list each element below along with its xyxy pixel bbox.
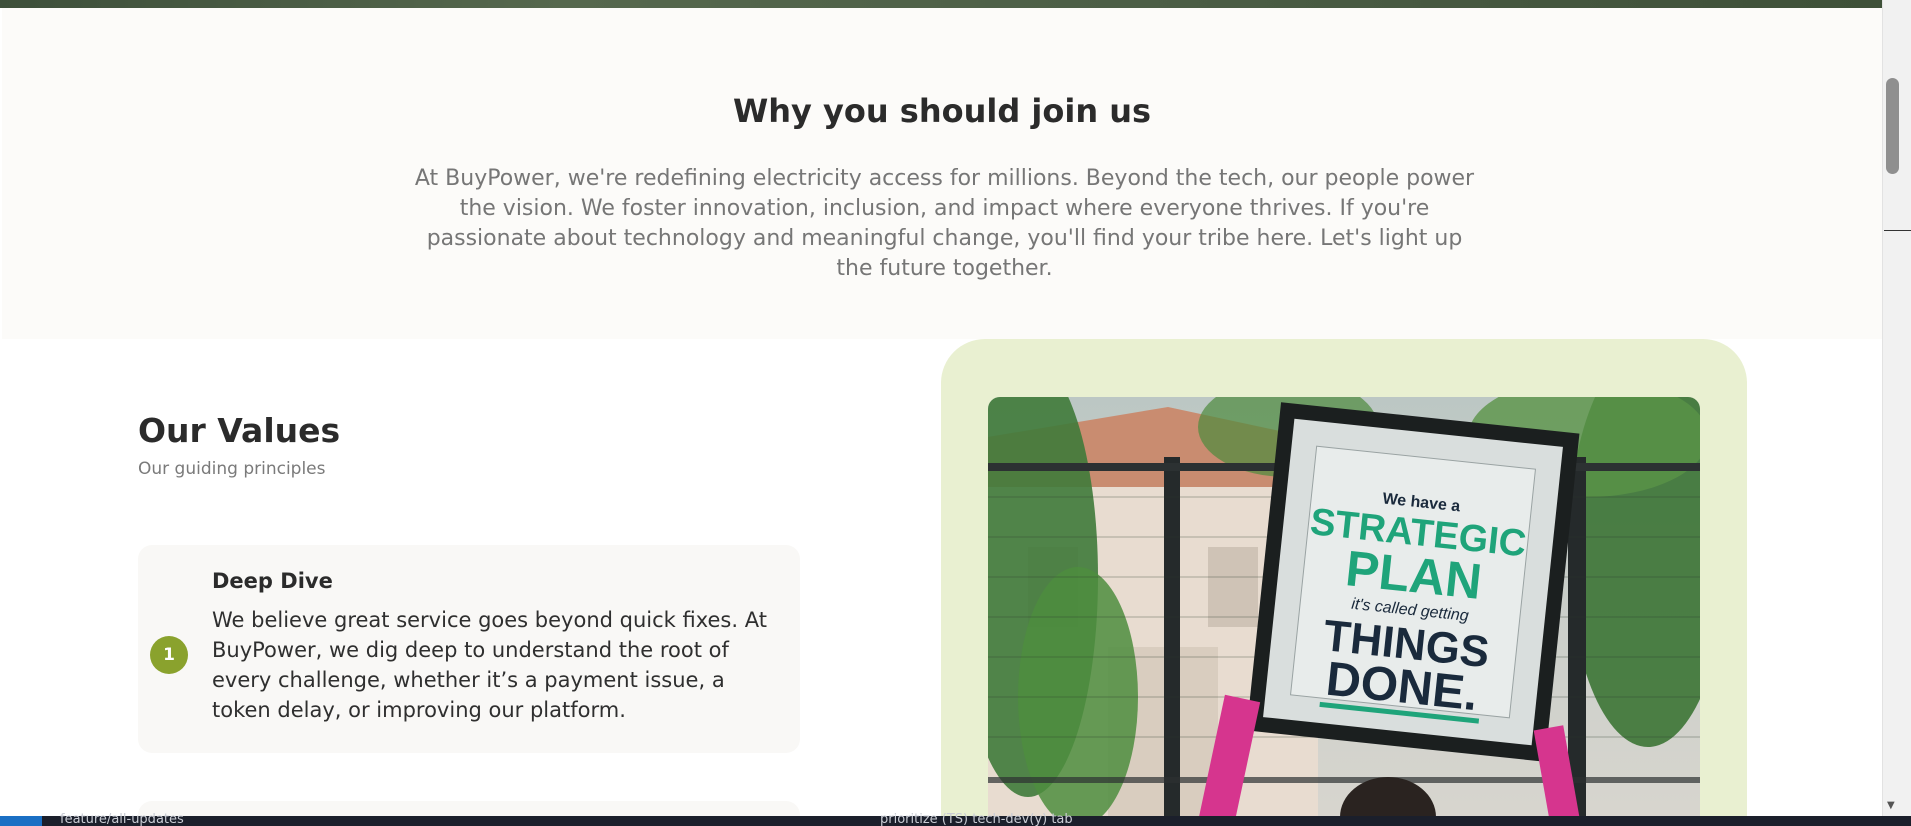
value-description: We believe great service goes beyond qui… bbox=[212, 608, 767, 722]
windows-start-icon[interactable] bbox=[0, 816, 42, 826]
page-scrollbar[interactable]: ▼ bbox=[1882, 0, 1911, 816]
values-subtitle: Our guiding principles bbox=[138, 459, 326, 479]
team-member-photo: We have a STRATEGIC PLAN it's called get… bbox=[988, 397, 1700, 826]
taskbar-branch-label: feature/all-updates bbox=[60, 812, 184, 826]
why-join-section: Why you should join us At BuyPower, we'r… bbox=[2, 8, 1882, 339]
why-join-description: At BuyPower, we're redefining electricit… bbox=[414, 166, 1475, 281]
taskbar-status-label: prioritize (TS) tech-dev(y) tab bbox=[880, 812, 1073, 826]
value-number-badge: 1 bbox=[150, 636, 188, 674]
values-photo-panel: We have a STRATEGIC PLAN it's called get… bbox=[941, 339, 1747, 826]
side-divider bbox=[1884, 230, 1911, 231]
scroll-down-arrow-icon[interactable]: ▼ bbox=[1887, 800, 1895, 811]
os-taskbar: feature/all-updates prioritize (TS) tech… bbox=[0, 812, 1911, 826]
value-title: Deep Dive bbox=[212, 569, 333, 593]
value-card-deep-dive: 1 Deep Dive We believe great service goe… bbox=[138, 545, 800, 753]
why-join-title: Why you should join us bbox=[732, 92, 1152, 130]
strategic-plan-photo-illustration: We have a STRATEGIC PLAN it's called get… bbox=[988, 397, 1700, 826]
values-title: Our Values bbox=[138, 411, 341, 450]
hero-image-bottom-edge bbox=[0, 0, 1882, 8]
scrollbar-thumb[interactable] bbox=[1886, 78, 1899, 174]
